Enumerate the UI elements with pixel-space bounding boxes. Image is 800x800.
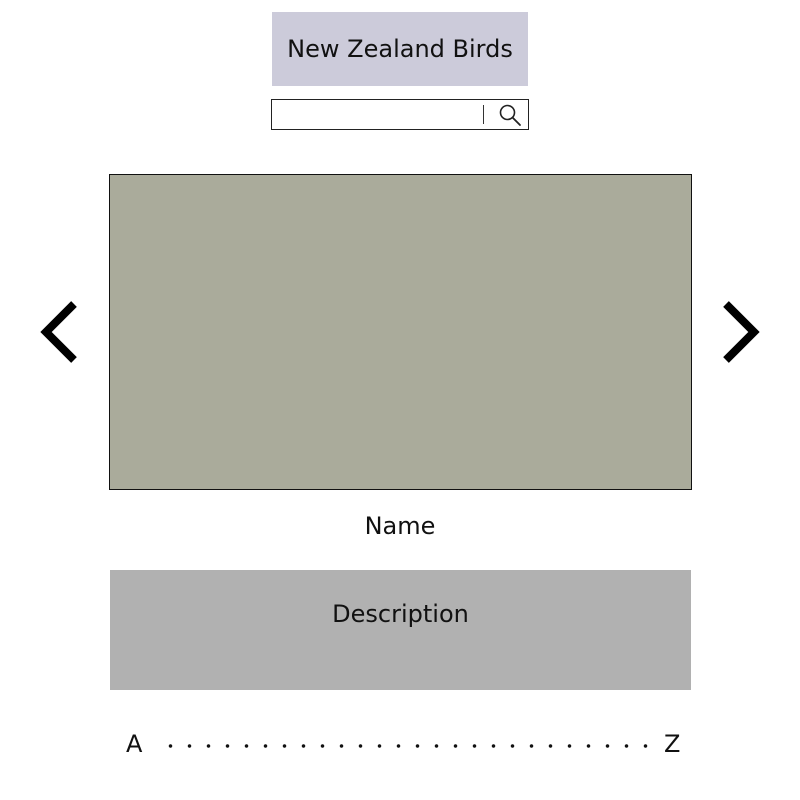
- bird-name: Name: [364, 512, 436, 540]
- bird-description: Description: [332, 600, 469, 628]
- chevron-left-icon: [40, 301, 77, 363]
- app-title-box: New Zealand Birds: [272, 12, 528, 86]
- alphabet-dots[interactable]: [161, 744, 655, 748]
- alphabet-navigation[interactable]: A Z: [125, 728, 685, 764]
- bird-description-box: Description: [110, 570, 691, 690]
- next-bird-button[interactable]: [718, 298, 764, 366]
- previous-bird-button[interactable]: [36, 298, 82, 366]
- chevron-right-icon: [723, 301, 760, 363]
- alphabet-end-letter[interactable]: Z: [664, 730, 680, 758]
- alphabet-start-letter[interactable]: A: [126, 730, 142, 758]
- search-icon: [499, 104, 521, 126]
- text-cursor: [483, 105, 484, 124]
- search-button[interactable]: [494, 100, 526, 129]
- app-title: New Zealand Birds: [287, 35, 513, 63]
- bird-image: [109, 174, 692, 490]
- search-bar[interactable]: [271, 99, 529, 130]
- search-input[interactable]: [272, 100, 472, 129]
